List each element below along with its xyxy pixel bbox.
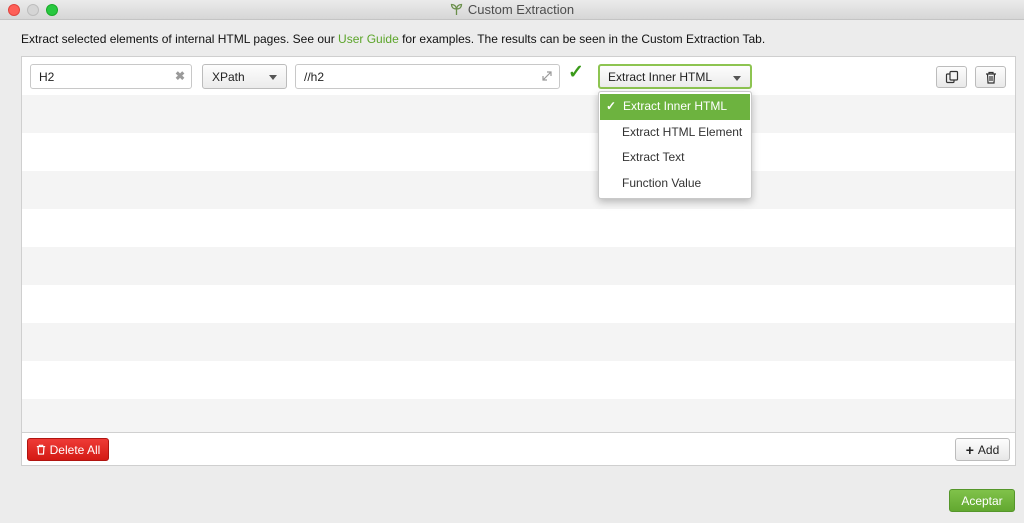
empty-row	[22, 133, 1015, 171]
dropdown-option-extract-html-element[interactable]: Extract HTML Element	[599, 120, 751, 146]
duplicate-button[interactable]	[936, 66, 967, 88]
title-bar: Custom Extraction	[0, 0, 1024, 20]
trash-icon	[985, 71, 996, 84]
accept-label: Aceptar	[961, 493, 1003, 508]
chevron-down-icon	[269, 75, 277, 80]
trash-icon	[36, 444, 45, 455]
dropdown-option-label: Extract Inner HTML	[623, 99, 728, 113]
dropdown-option-label: Function Value	[622, 175, 702, 190]
empty-row	[22, 209, 1015, 247]
empty-row	[22, 361, 1015, 399]
app-icon	[450, 3, 463, 19]
valid-expression-check-icon: ✓	[568, 62, 584, 83]
extractor-table: H2 ✖ XPath //h2 ✓ Extract Inner HTML	[21, 56, 1016, 466]
intro-text-after: for examples. The results can be seen in…	[398, 32, 766, 46]
chevron-down-icon	[733, 76, 741, 81]
empty-row	[22, 399, 1015, 433]
accept-button[interactable]: Aceptar	[949, 489, 1015, 512]
intro-text-before: Extract selected elements of internal HT…	[21, 32, 339, 46]
extract-mode-dropdown-menu: ✓ Extract Inner HTML Extract HTML Elemen…	[598, 91, 752, 199]
clear-icon[interactable]: ✖	[175, 69, 185, 83]
user-guide-link[interactable]: User Guide	[338, 32, 399, 46]
empty-row	[22, 323, 1015, 361]
plus-icon: +	[965, 441, 974, 458]
delete-all-label: Delete All	[49, 442, 101, 457]
empty-row	[22, 247, 1015, 285]
extractor-type-select[interactable]: XPath	[202, 64, 287, 89]
dropdown-option-label: Extract HTML Element	[622, 124, 743, 139]
window-title-wrap: Custom Extraction	[0, 2, 1024, 19]
extractor-expression-value: //h2	[304, 70, 325, 84]
checkmark-icon: ✓	[606, 99, 617, 113]
intro-text: Extract selected elements of internal HT…	[21, 32, 765, 46]
duplicate-icon	[945, 70, 958, 84]
extractor-row: H2 ✖ XPath //h2 ✓ Extract Inner HTML	[22, 57, 1015, 95]
delete-row-button[interactable]	[975, 66, 1006, 88]
empty-row	[22, 95, 1015, 133]
expand-icon[interactable]	[541, 70, 553, 85]
delete-all-button[interactable]: Delete All	[27, 438, 109, 461]
dropdown-option-extract-inner-html[interactable]: ✓ Extract Inner HTML	[600, 94, 750, 120]
extract-mode-select[interactable]: Extract Inner HTML	[598, 64, 752, 89]
extractor-name-value: H2	[39, 70, 55, 84]
dropdown-option-extract-text[interactable]: Extract Text	[599, 145, 751, 171]
dropdown-option-function-value[interactable]: Function Value	[599, 171, 751, 197]
extractor-type-value: XPath	[212, 70, 245, 84]
extractor-expression-field[interactable]: //h2	[295, 64, 560, 89]
extractor-name-field[interactable]: H2 ✖	[30, 64, 192, 89]
empty-row	[22, 285, 1015, 323]
add-label: Add	[977, 442, 1000, 457]
empty-row	[22, 171, 1015, 209]
add-button[interactable]: + Add	[955, 438, 1010, 461]
table-footer-divider	[22, 432, 1015, 433]
extract-mode-value: Extract Inner HTML	[608, 70, 713, 84]
dropdown-option-label: Extract Text	[622, 150, 685, 164]
window-title: Custom Extraction	[467, 2, 575, 17]
